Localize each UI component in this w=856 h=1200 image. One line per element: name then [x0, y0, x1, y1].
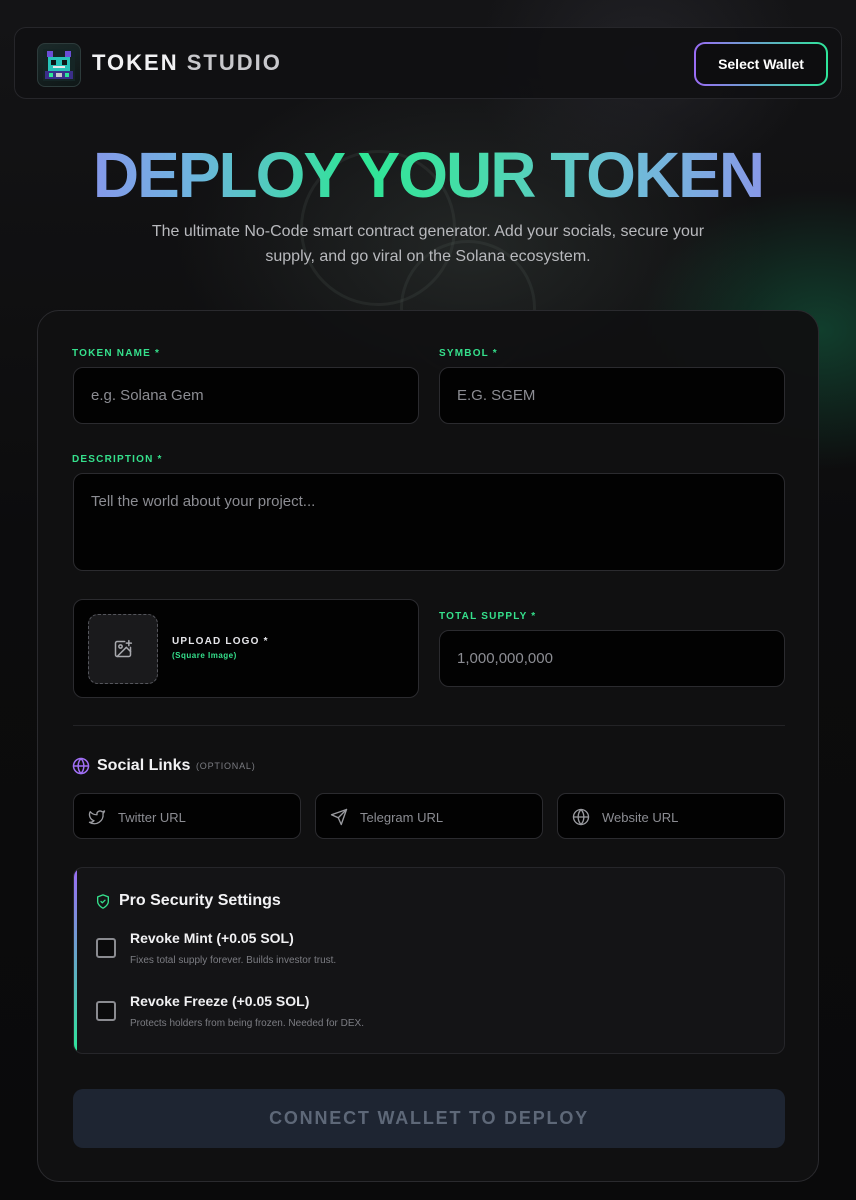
total-supply-field	[439, 630, 785, 687]
revoke-mint-description: Fixes total supply forever. Builds inves…	[130, 955, 337, 966]
upload-logo-target[interactable]	[88, 614, 158, 684]
image-plus-icon	[114, 639, 133, 658]
description-textarea[interactable]	[74, 474, 784, 570]
brand-name: TOKEN STUDIO	[92, 50, 282, 76]
section-divider	[73, 725, 785, 726]
upload-logo-dropzone[interactable]: UPLOAD LOGO * (Square Image)	[73, 599, 419, 698]
select-wallet-button[interactable]: Select Wallet	[694, 42, 828, 86]
shield-check-icon	[97, 894, 109, 909]
total-supply-label: TOTAL SUPPLY *	[439, 611, 537, 622]
revoke-freeze-checkbox[interactable]	[96, 1001, 116, 1021]
symbol-field	[439, 367, 785, 424]
brand-name-secondary: STUDIO	[186, 50, 282, 75]
website-url-input[interactable]	[600, 794, 782, 840]
brand-name-primary: TOKEN	[92, 50, 179, 75]
twitter-icon	[88, 810, 106, 825]
token-name-field	[73, 367, 419, 424]
description-label: DESCRIPTION *	[72, 454, 163, 465]
twitter-url-field	[73, 793, 301, 840]
total-supply-input[interactable]	[440, 631, 784, 686]
globe-icon	[572, 808, 590, 826]
telegram-url-field	[315, 793, 543, 840]
revoke-freeze-title: Revoke Freeze (+0.05 SOL)	[130, 993, 310, 1009]
security-settings-title: Pro Security Settings	[119, 892, 281, 909]
description-field	[73, 473, 785, 571]
social-links-title: Social Links	[97, 757, 191, 774]
token-name-input[interactable]	[74, 368, 418, 423]
hero-title: DEPLOY YOUR TOKEN	[0, 140, 856, 210]
symbol-label: SYMBOL *	[439, 348, 498, 359]
social-links-optional-tag: (OPTIONAL)	[196, 761, 256, 771]
twitter-url-input[interactable]	[116, 794, 298, 840]
upload-logo-label: UPLOAD LOGO *	[172, 636, 269, 647]
symbol-input[interactable]	[440, 368, 784, 423]
globe-icon	[72, 757, 90, 775]
revoke-freeze-description: Protects holders from being frozen. Need…	[130, 1018, 365, 1029]
token-name-label: TOKEN NAME *	[72, 348, 161, 359]
upload-logo-hint: (Square Image)	[172, 651, 237, 660]
token-form-card: TOKEN NAME * SYMBOL * DESCRIPTION * UPLO…	[37, 310, 819, 1182]
telegram-icon	[330, 808, 348, 826]
pro-security-settings-panel: Pro Security Settings Revoke Mint (+0.05…	[73, 867, 785, 1054]
connect-wallet-deploy-button[interactable]: CONNECT WALLET TO DEPLOY	[73, 1089, 785, 1148]
pixel-robot-logo-icon	[37, 43, 81, 87]
top-navbar: TOKEN STUDIO Select Wallet	[14, 27, 842, 99]
revoke-mint-title: Revoke Mint (+0.05 SOL)	[130, 930, 294, 946]
telegram-url-input[interactable]	[358, 794, 540, 840]
hero-subtitle: The ultimate No-Code smart contract gene…	[151, 223, 705, 265]
website-url-field	[557, 793, 785, 840]
security-accent-bar	[74, 868, 77, 1053]
revoke-mint-checkbox[interactable]	[96, 938, 116, 958]
